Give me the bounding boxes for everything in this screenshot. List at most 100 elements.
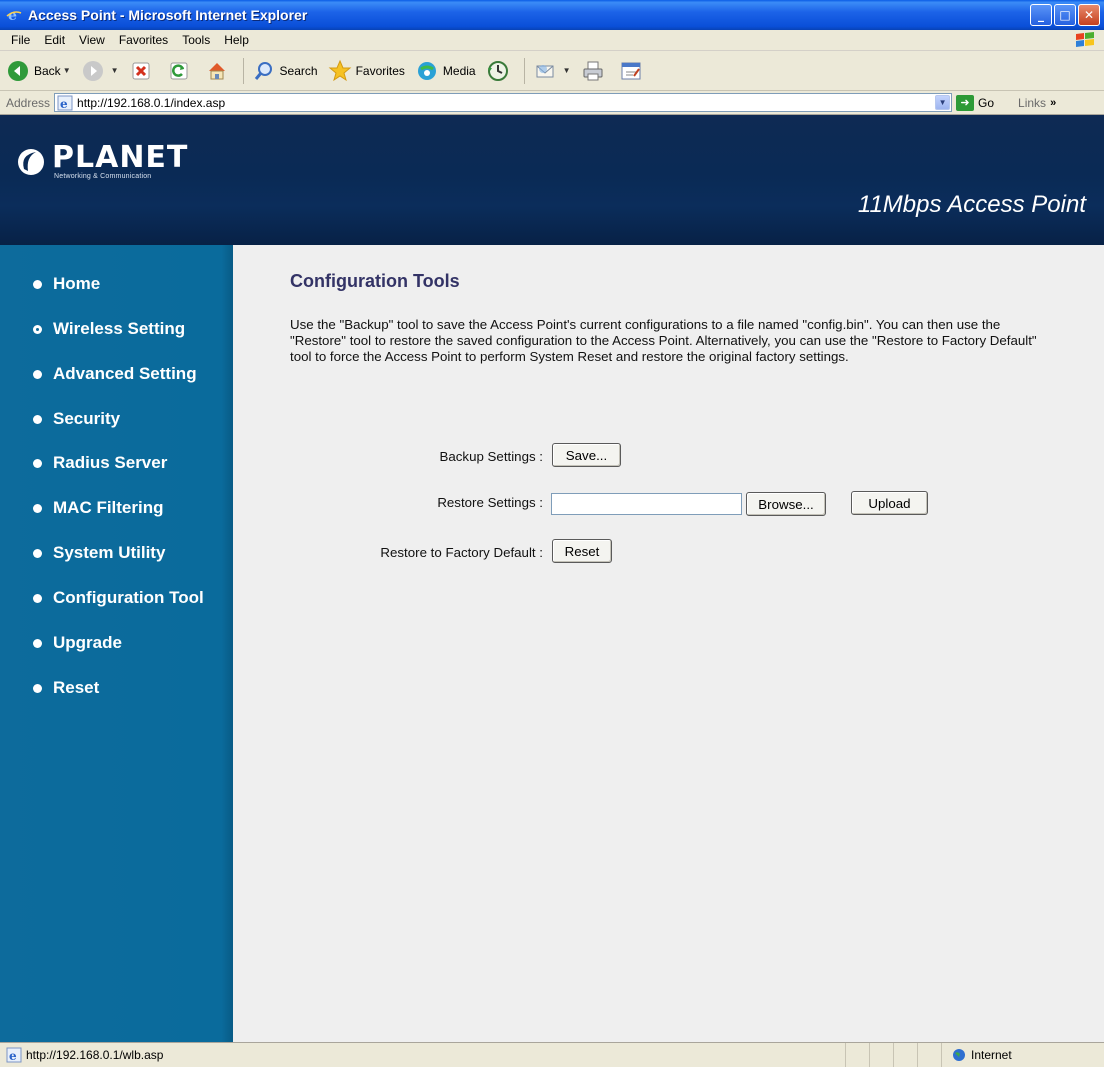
restore-settings-label: Restore Settings :: [437, 495, 543, 510]
status-cell: [846, 1043, 870, 1067]
sidebar-nav: Home Wireless Setting Advanced Setting S…: [0, 245, 233, 1042]
page-viewport: PLANET Networking & Communication 11Mbps…: [0, 115, 1104, 1042]
window-title-bar[interactable]: e Access Point - Microsoft Internet Expl…: [0, 0, 1104, 30]
menu-tools[interactable]: Tools: [175, 33, 217, 47]
sidebar-item-mac-filtering[interactable]: MAC Filtering: [33, 498, 164, 518]
window-title: Access Point - Microsoft Internet Explor…: [28, 7, 308, 23]
sidebar-item-radius-server[interactable]: Radius Server: [33, 453, 167, 473]
page-title: Configuration Tools: [290, 271, 460, 291]
links-button[interactable]: Links: [1018, 96, 1046, 110]
bullet-icon: [33, 638, 42, 648]
close-button[interactable]: ✕: [1078, 4, 1100, 26]
printer-icon: [581, 59, 605, 83]
edit-page-icon: [619, 59, 643, 83]
menu-view[interactable]: View: [72, 33, 112, 47]
back-arrow-icon: [6, 59, 30, 83]
svg-text:e: e: [8, 8, 17, 23]
globe-icon: [953, 1049, 965, 1061]
menu-file[interactable]: File: [4, 33, 37, 47]
media-button[interactable]: Media: [415, 59, 476, 83]
sidebar-item-label: MAC Filtering: [53, 498, 164, 517]
bullet-icon: [33, 369, 42, 379]
sidebar-item-label: Upgrade: [53, 633, 122, 652]
back-dropdown-icon[interactable]: ▼: [63, 66, 71, 75]
media-label: Media: [442, 63, 476, 78]
toolbar-separator: [242, 57, 244, 84]
main-content: Configuration Tools Use the "Backup" too…: [233, 245, 1104, 1042]
ie-page-icon: e: [57, 95, 73, 111]
refresh-button[interactable]: [167, 59, 195, 83]
sidebar-item-label: Home: [53, 274, 101, 293]
brand-name: PLANET: [52, 140, 189, 175]
status-bar: e http://192.168.0.1/wlb.asp Internet: [0, 1042, 1104, 1067]
security-zone[interactable]: Internet: [942, 1043, 1104, 1067]
address-bar: Address e http://192.168.0.1/index.asp ▼…: [0, 91, 1104, 115]
address-input[interactable]: e http://192.168.0.1/index.asp ▼: [54, 93, 953, 112]
menu-help[interactable]: Help: [217, 33, 256, 47]
sidebar-item-system-utility[interactable]: System Utility: [33, 543, 165, 563]
go-button[interactable]: ➜ Go: [956, 94, 994, 111]
minimize-button[interactable]: _: [1030, 4, 1052, 26]
upload-button[interactable]: Upload: [851, 491, 928, 515]
bullet-icon: [33, 279, 42, 289]
sidebar-item-wireless-setting[interactable]: Wireless Setting: [33, 319, 185, 339]
forward-dropdown-icon[interactable]: ▼: [111, 66, 119, 75]
status-cell: [918, 1043, 942, 1067]
sidebar-item-home[interactable]: Home: [33, 274, 100, 294]
bullet-icon: [33, 503, 42, 513]
mail-button[interactable]: ▼: [533, 59, 571, 83]
backup-settings-label: Backup Settings :: [439, 449, 543, 464]
forward-arrow-icon: [81, 59, 105, 83]
svg-text:e: e: [9, 1049, 17, 1063]
windows-flag-icon: [1076, 32, 1094, 47]
edit-button[interactable]: [619, 59, 647, 83]
search-button[interactable]: Search: [252, 59, 318, 83]
sidebar-item-label: Configuration Tool: [53, 588, 204, 607]
close-icon: ✕: [1083, 8, 1095, 22]
sidebar-item-security[interactable]: Security: [33, 409, 120, 429]
restore-file-input[interactable]: [551, 493, 742, 515]
home-icon: [205, 59, 229, 83]
forward-button[interactable]: ▼: [81, 59, 119, 83]
bullet-active-icon: [33, 324, 42, 334]
browse-button[interactable]: Browse...: [746, 492, 826, 516]
reset-button[interactable]: Reset: [552, 539, 612, 563]
status-cell: [894, 1043, 918, 1067]
maximize-button[interactable]: □: [1054, 4, 1076, 26]
menu-bar: File Edit View Favorites Tools Help: [0, 30, 1104, 51]
sidebar-item-label: Security: [53, 409, 121, 428]
ie-page-icon: e: [6, 1047, 22, 1063]
address-dropdown-icon[interactable]: ▼: [935, 95, 951, 110]
print-button[interactable]: [581, 59, 609, 83]
menu-edit[interactable]: Edit: [37, 33, 72, 47]
sidebar-item-reset[interactable]: Reset: [33, 678, 99, 698]
chevron-right-icon[interactable]: »: [1050, 97, 1056, 109]
stop-button[interactable]: [129, 59, 157, 83]
page-description: Use the "Backup" tool to save the Access…: [290, 317, 1037, 364]
history-button[interactable]: [486, 59, 514, 83]
bullet-icon: [33, 593, 42, 603]
mail-dropdown-icon[interactable]: ▼: [563, 66, 571, 75]
search-label: Search: [279, 63, 318, 78]
planet-logo: PLANET Networking & Communication: [16, 143, 188, 180]
sidebar-item-configuration-tool[interactable]: Configuration Tool: [33, 588, 204, 608]
page-header: PLANET Networking & Communication 11Mbps…: [0, 115, 1104, 245]
sidebar-item-advanced-setting[interactable]: Advanced Setting: [33, 364, 197, 384]
favorites-button[interactable]: Favorites: [328, 59, 405, 83]
address-url: http://192.168.0.1/index.asp: [77, 95, 226, 110]
media-icon: [415, 59, 439, 83]
back-button[interactable]: Back ▼: [6, 59, 71, 83]
bullet-icon: [33, 548, 42, 558]
home-button[interactable]: [205, 59, 233, 83]
sidebar-item-upgrade[interactable]: Upgrade: [33, 633, 122, 653]
ie-icon: e: [6, 7, 22, 23]
favorites-label: Favorites: [355, 63, 405, 78]
save-button[interactable]: Save...: [552, 443, 621, 467]
menu-favorites[interactable]: Favorites: [112, 33, 175, 47]
bullet-icon: [33, 683, 42, 693]
go-arrow-icon: ➜: [956, 94, 975, 111]
factory-default-label: Restore to Factory Default :: [380, 545, 543, 560]
product-name: 11Mbps Access Point: [857, 191, 1086, 218]
back-label: Back: [34, 63, 61, 78]
bullet-icon: [33, 414, 42, 424]
